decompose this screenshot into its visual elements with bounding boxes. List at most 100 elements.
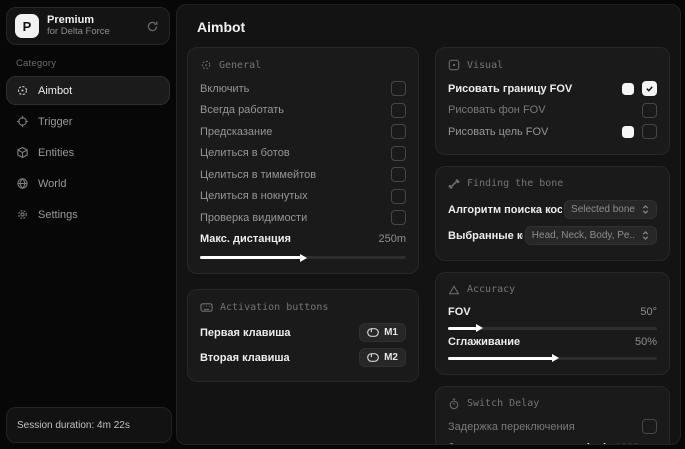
visual-row: Рисовать цель FOV	[448, 121, 657, 143]
visibility-check-checkbox[interactable]	[391, 210, 406, 226]
section-title: Switch Delay	[467, 398, 540, 409]
chevrons-up-down-icon	[642, 205, 649, 214]
general-card: General Включить Всегда работать Предска…	[187, 47, 419, 274]
activation-card: Activation buttons Первая клавиша M1 Вто…	[187, 289, 419, 382]
timer-icon	[448, 398, 460, 410]
slider-fill	[200, 256, 301, 259]
visual-label: Рисовать фон FOV	[448, 104, 546, 117]
fov-background-checkbox[interactable]	[642, 102, 657, 118]
mouse-icon	[367, 353, 379, 362]
sidebar-item-settings[interactable]: Settings	[6, 200, 170, 229]
toggle-label: Проверка видимости	[200, 211, 308, 224]
chevrons-up-down-icon	[642, 231, 649, 240]
slider-fill	[448, 326, 478, 330]
sidebar-nav: Aimbot Trigger Entities World Settings	[4, 76, 172, 229]
always-work-checkbox[interactable]	[391, 102, 406, 118]
session-duration: Session duration: 4m 22s	[17, 419, 130, 431]
bone-algorithm-dropdown[interactable]: Selected bone	[564, 200, 657, 219]
toggle-row: Включить	[200, 78, 406, 100]
switch-delay-toggle-row: Задержка переключения	[448, 417, 657, 437]
second-key-button[interactable]: M2	[359, 348, 406, 367]
toggle-label: Целиться в ботов	[200, 147, 290, 160]
category-label: Category	[16, 58, 57, 69]
smoothing-slider[interactable]	[448, 356, 657, 360]
toggle-label: Всегда работать	[200, 104, 285, 117]
bone-row: Выбранные кос Head, Neck, Body, Pe..	[448, 223, 657, 249]
sidebar-item-world[interactable]: World	[6, 169, 170, 198]
keybind-value: M2	[384, 352, 398, 363]
main-panel: Aimbot General Включить Всегда работать	[176, 4, 681, 445]
bone-row: Алгоритм поиска кост Selected bone	[448, 197, 657, 223]
frame-icon	[448, 59, 460, 71]
trigger-icon	[16, 115, 29, 128]
toggle-row: Целиться в нокнутых	[200, 186, 406, 208]
sidebar-item-trigger[interactable]: Trigger	[6, 107, 170, 136]
session-card: Session duration: 4m 22s	[6, 407, 172, 443]
fov-target-checkbox[interactable]	[642, 124, 657, 140]
bone-icon	[448, 178, 460, 190]
target-teammates-checkbox[interactable]	[391, 167, 406, 183]
refresh-icon[interactable]	[144, 18, 161, 35]
toggle-row: Всегда работать	[200, 100, 406, 122]
switch-delay-ms-value: 1000 ms	[615, 442, 657, 445]
sidebar-item-label: Aimbot	[38, 84, 73, 97]
fov-row: FOV 50°	[448, 303, 657, 321]
toggle-row: Целиться в тиммейтов	[200, 164, 406, 186]
visual-label: Рисовать границу FOV	[448, 82, 573, 95]
fov-border-color-swatch[interactable]	[622, 82, 634, 95]
fov-border-checkbox[interactable]	[642, 81, 657, 97]
prediction-checkbox[interactable]	[391, 124, 406, 140]
toggle-row: Целиться в ботов	[200, 143, 406, 165]
toggle-label: Включить	[200, 82, 250, 95]
accuracy-title-row: Accuracy	[448, 282, 657, 298]
crosshair-icon	[16, 84, 29, 97]
visual-title-row: Visual	[448, 57, 657, 73]
max-distance-row: Макс. дистанция 250m	[200, 229, 406, 251]
globe-icon	[16, 177, 29, 190]
section-title: Activation buttons	[220, 301, 329, 313]
brand-title: Premium	[47, 14, 95, 27]
smoothing-label: Сглаживание	[448, 335, 521, 348]
toggle-label: Целиться в нокнутых	[200, 190, 308, 203]
section-title: Visual	[467, 59, 504, 71]
enable-checkbox[interactable]	[391, 81, 406, 97]
keybind-label: Вторая клавиша	[200, 351, 290, 364]
bone-title-row: Finding the bone	[448, 176, 657, 192]
fov-target-color-swatch[interactable]	[622, 125, 634, 138]
visual-row: Рисовать границу FOV	[448, 78, 657, 100]
fov-value: 50°	[640, 305, 657, 318]
brand-text: Premium for Delta Force	[47, 14, 136, 38]
switch-delay-ms-row: Задержка переключения (мс) 1000 ms	[448, 439, 657, 445]
switch-delay-checkbox[interactable]	[642, 419, 657, 434]
sidebar-item-label: Entities	[38, 146, 75, 159]
target-knocked-checkbox[interactable]	[391, 188, 406, 204]
max-distance-slider[interactable]	[200, 256, 406, 259]
cube-icon	[16, 146, 29, 159]
switch-delay-card: Switch Delay Задержка переключения Задер…	[435, 385, 670, 445]
sidebar-item-aimbot[interactable]: Aimbot	[6, 76, 170, 105]
bone-card: Finding the bone Алгоритм поиска кост Se…	[435, 165, 670, 261]
general-title-row: General	[200, 57, 406, 73]
dropdown-value: Head, Neck, Body, Pe..	[531, 230, 635, 241]
sidebar-item-label: Settings	[38, 208, 78, 221]
accuracy-card: Accuracy FOV 50° Сглаживание 50%	[435, 271, 670, 375]
brand-card: P Premium for Delta Force	[6, 7, 170, 45]
visual-row: Рисовать фон FOV	[448, 100, 657, 122]
visual-controls	[622, 124, 657, 140]
section-title: General	[219, 59, 262, 71]
toggle-label: Целиться в тиммейтов	[200, 168, 317, 181]
sidebar: P Premium for Delta Force Category Aimbo…	[4, 4, 172, 445]
target-bots-checkbox[interactable]	[391, 145, 406, 161]
keybind-row: Первая клавиша M1	[200, 320, 406, 345]
fov-slider[interactable]	[448, 326, 657, 330]
page-title: Aimbot	[197, 19, 246, 35]
max-distance-label: Макс. дистанция	[200, 233, 291, 246]
sidebar-item-entities[interactable]: Entities	[6, 138, 170, 167]
sidebar-item-label: World	[38, 177, 67, 190]
first-key-button[interactable]: M1	[359, 323, 406, 342]
selected-bones-dropdown[interactable]: Head, Neck, Body, Pe..	[524, 226, 657, 245]
keybind-row: Вторая клавиша M2	[200, 345, 406, 370]
keybind-label: Первая клавиша	[200, 326, 291, 339]
toggle-row: Предсказание	[200, 121, 406, 143]
fov-label: FOV	[448, 305, 471, 318]
